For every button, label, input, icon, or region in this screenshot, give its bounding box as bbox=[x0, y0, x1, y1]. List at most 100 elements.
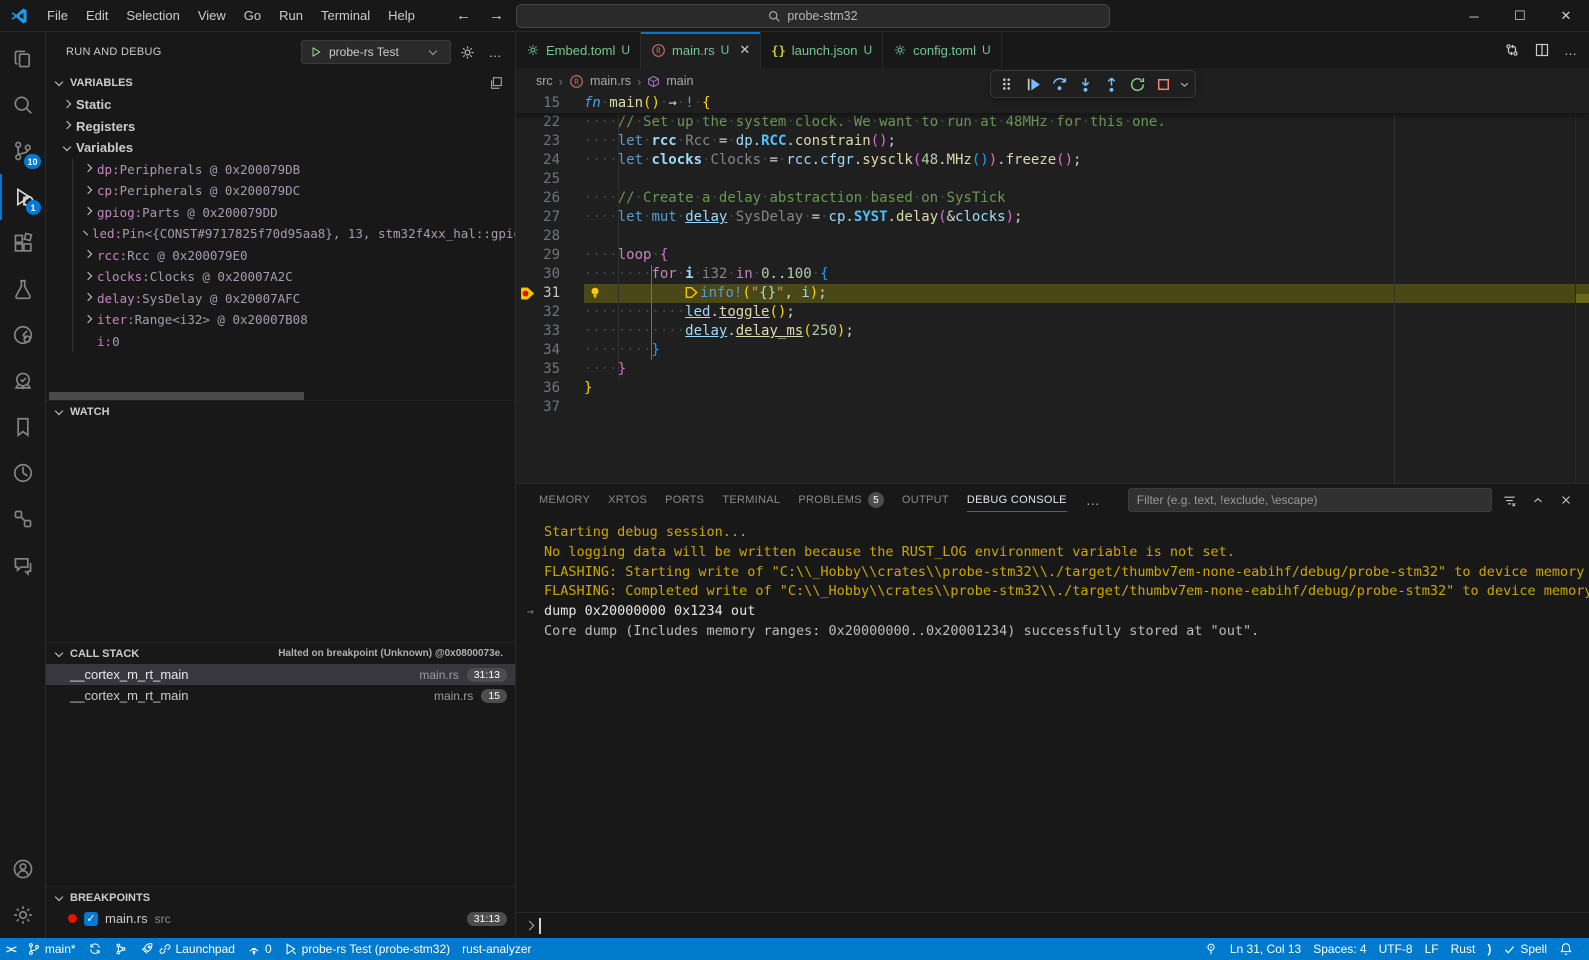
debug-console-input[interactable] bbox=[516, 912, 1589, 938]
code-line-37[interactable]: 37 bbox=[516, 398, 1589, 417]
gutter[interactable]: 37 bbox=[516, 398, 584, 417]
activity-run-circle[interactable] bbox=[0, 312, 46, 358]
breadcrumb-item-main.rs[interactable]: main.rs bbox=[590, 74, 631, 88]
variable-row-led[interactable]: led: Pin<{CONST#9717825f70d95aa8}, 13, s… bbox=[46, 223, 515, 245]
variables-group-static[interactable]: Static bbox=[46, 94, 515, 116]
panel-tab-debug-console[interactable]: DEBUG CONSOLE bbox=[958, 484, 1076, 516]
debug-stop-button[interactable] bbox=[1151, 72, 1175, 96]
gutter[interactable]: 25 bbox=[516, 170, 584, 189]
variables-section-header[interactable]: VARIABLES bbox=[46, 72, 515, 94]
status-sync[interactable] bbox=[82, 938, 108, 960]
activity-settings-gear[interactable] bbox=[0, 892, 46, 938]
status-utf-8[interactable]: UTF-8 bbox=[1373, 938, 1419, 960]
status-bell[interactable] bbox=[1553, 938, 1579, 960]
overview-ruler[interactable] bbox=[1575, 94, 1589, 483]
code-line-35[interactable]: 35 ····} bbox=[516, 360, 1589, 379]
status-probe-rs-test-probe-stm32[interactable]: probe-rs Test (probe-stm32) bbox=[278, 938, 457, 960]
activity-account[interactable] bbox=[0, 846, 46, 892]
gutter[interactable]: 31 bbox=[516, 284, 584, 303]
lightbulb-icon[interactable] bbox=[588, 286, 602, 300]
panel-tab-memory[interactable]: MEMORY bbox=[530, 484, 599, 516]
code-line-22[interactable]: 22 ····//·Set·up·the·system·clock.·We·wan… bbox=[516, 113, 1589, 132]
debug-console-output[interactable]: Starting debug session... No logging data… bbox=[516, 516, 1589, 912]
debug-step-out-button[interactable] bbox=[1099, 72, 1123, 96]
gutter[interactable]: 32 bbox=[516, 303, 584, 322]
variable-row-cp[interactable]: cp: Peripherals @ 0x200079DC bbox=[46, 180, 515, 202]
activity-tree-check[interactable] bbox=[0, 358, 46, 404]
breakpoints-section-header[interactable]: BREAKPOINTS bbox=[46, 886, 515, 908]
code-editor[interactable]: 15 fn·main()·→·!·{ 22 ····//·Set·up·the·sy… bbox=[516, 94, 1589, 483]
status-spaces-4[interactable]: Spaces: 4 bbox=[1307, 938, 1372, 960]
more-actions-icon[interactable]: … bbox=[1564, 43, 1577, 58]
menu-run[interactable]: Run bbox=[270, 4, 312, 27]
menu-view[interactable]: View bbox=[189, 4, 235, 27]
code-line-27[interactable]: 27 ····let·mut·delay·SysDelay·=·cp.SYST.d… bbox=[516, 208, 1589, 227]
gutter[interactable]: 22 bbox=[516, 113, 584, 132]
status-layers[interactable] bbox=[108, 938, 134, 960]
activity-comments[interactable] bbox=[0, 542, 46, 588]
tab-close-icon[interactable]: ✕ bbox=[739, 42, 750, 58]
code-line-23[interactable]: 23 ····let·rcc·Rcc·=·dp.RCC.constrain(); bbox=[516, 132, 1589, 151]
panel-tab-ports[interactable]: PORTS bbox=[656, 484, 713, 516]
variable-row-delay[interactable]: delay: SysDelay @ 0x20007AFC bbox=[46, 287, 515, 309]
collapse-all-icon[interactable] bbox=[489, 76, 507, 90]
variable-row-dp[interactable]: dp: Peripherals @ 0x200079DB bbox=[46, 158, 515, 180]
sidebar-more-actions[interactable]: … bbox=[483, 40, 507, 64]
panel-tab-output[interactable]: OUTPUT bbox=[893, 484, 958, 516]
variable-row-iter[interactable]: iter: Range<i32> @ 0x20007B08 bbox=[46, 309, 515, 331]
code-line-28[interactable]: 28 bbox=[516, 227, 1589, 246]
activity-run-and-debug[interactable]: 1 bbox=[0, 174, 46, 220]
breadcrumb-item-src[interactable]: src bbox=[536, 74, 553, 88]
call-stack-frame[interactable]: __cortex_m_rt_main main.rs 31:13 bbox=[46, 664, 515, 685]
gutter[interactable]: 26 bbox=[516, 189, 584, 208]
code-line-31[interactable]: 31 ············ info!("{}",·i); bbox=[516, 284, 1589, 303]
code-line-30[interactable]: 30········for·i·i32·in·0..100·{ bbox=[516, 265, 1589, 284]
debug-step-into-button[interactable] bbox=[1073, 72, 1097, 96]
variables-group-variables[interactable]: Variables bbox=[46, 137, 515, 159]
activity-search[interactable] bbox=[0, 82, 46, 128]
breadcrumb-item-main[interactable]: main bbox=[666, 74, 693, 88]
code-line-25[interactable]: 25 bbox=[516, 170, 1589, 189]
watch-section-header[interactable]: WATCH bbox=[46, 400, 515, 422]
code-line-33[interactable]: 33 ············delay.delay_ms(250); bbox=[516, 322, 1589, 341]
variable-row-clocks[interactable]: clocks: Clocks @ 0x20007A2C bbox=[46, 266, 515, 288]
variables-horizontal-scrollbar[interactable] bbox=[49, 392, 304, 400]
status-rust-analyzer[interactable]: rust-analyzer bbox=[456, 938, 537, 960]
code-line-24[interactable]: 24 ····let·clocks·Clocks·=·rcc.cfgr.syscl… bbox=[516, 151, 1589, 170]
command-center-search[interactable]: probe-stm32 bbox=[516, 4, 1110, 28]
call-stack-frame[interactable]: __cortex_m_rt_main main.rs 15 bbox=[46, 685, 515, 706]
menu-selection[interactable]: Selection bbox=[117, 4, 188, 27]
breadcrumb[interactable]: src › Rmain.rs › main bbox=[516, 68, 1589, 98]
debug-start-icon[interactable] bbox=[310, 46, 322, 58]
menu-edit[interactable]: Edit bbox=[77, 4, 117, 27]
back-arrow-icon[interactable]: ← bbox=[456, 7, 471, 24]
panel-tab-problems[interactable]: PROBLEMS 5 bbox=[789, 484, 893, 516]
debug-continue-button[interactable] bbox=[1021, 72, 1045, 96]
code-line-36[interactable]: 36} bbox=[516, 379, 1589, 398]
status-paren[interactable]: ) bbox=[1481, 938, 1497, 960]
gutter[interactable]: 23 bbox=[516, 132, 584, 151]
status-rust[interactable]: Rust bbox=[1445, 938, 1482, 960]
close-button[interactable]: ✕ bbox=[1543, 0, 1589, 32]
split-editor-icon[interactable] bbox=[1534, 42, 1550, 58]
activity-linked-nodes[interactable] bbox=[0, 496, 46, 542]
gutter[interactable]: 29 bbox=[516, 246, 584, 265]
variables-group-registers[interactable]: Registers bbox=[46, 116, 515, 138]
gutter[interactable]: 33 bbox=[516, 322, 584, 341]
menu-terminal[interactable]: Terminal bbox=[312, 4, 379, 27]
forward-arrow-icon[interactable]: → bbox=[489, 7, 504, 24]
status-spell[interactable]: Spell bbox=[1497, 938, 1553, 960]
panel-more-tabs-icon[interactable]: … bbox=[1076, 492, 1110, 508]
variable-row-rcc[interactable]: rcc: Rcc @ 0x200079E0 bbox=[46, 244, 515, 266]
gutter[interactable]: 34 bbox=[516, 341, 584, 360]
activity-pie-watch[interactable] bbox=[0, 450, 46, 496]
code-line-29[interactable]: 29 ····loop·{ bbox=[516, 246, 1589, 265]
gutter[interactable]: 35 bbox=[516, 360, 584, 379]
gutter[interactable]: 30 bbox=[516, 265, 584, 284]
debug-settings-gear-icon[interactable] bbox=[455, 40, 479, 64]
panel-close-x-icon[interactable] bbox=[1559, 493, 1573, 507]
code-line-32[interactable]: 32 ············led.toggle(); bbox=[516, 303, 1589, 322]
activity-test-beaker[interactable] bbox=[0, 266, 46, 312]
gutter[interactable]: 24 bbox=[516, 151, 584, 170]
panel-filter-list-icon[interactable] bbox=[1502, 493, 1517, 508]
